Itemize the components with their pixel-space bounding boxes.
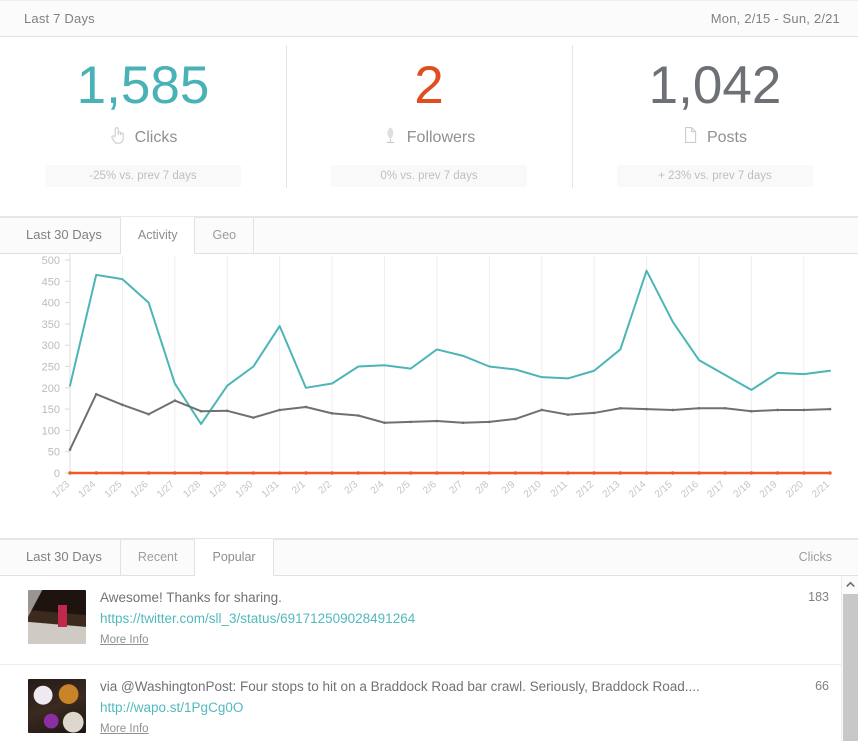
svg-text:100: 100 [42, 425, 60, 437]
stat-value-clicks: 1,585 [77, 59, 210, 112]
post-link[interactable]: https://twitter.com/sll_3/status/6917125… [100, 608, 773, 630]
svg-text:150: 150 [42, 404, 60, 416]
stat-label-row-followers: Followers [383, 126, 475, 149]
stat-label-row-posts: Posts [683, 126, 747, 149]
svg-text:2/18: 2/18 [732, 479, 754, 500]
post-click-count: 66 [789, 677, 841, 693]
posts-list-inner: Awesome! Thanks for sharing.https://twit… [0, 576, 858, 741]
svg-text:2/6: 2/6 [421, 479, 439, 497]
svg-text:2/13: 2/13 [601, 479, 623, 500]
svg-text:1/30: 1/30 [234, 479, 256, 500]
svg-text:1/31: 1/31 [260, 479, 282, 500]
svg-text:2/21: 2/21 [810, 479, 832, 500]
svg-text:400: 400 [42, 298, 60, 310]
posts-list: Awesome! Thanks for sharing.https://twit… [0, 576, 858, 741]
activity-chart-svg: 0501001502002503003504004505001/231/241/… [0, 254, 858, 538]
svg-text:2/16: 2/16 [679, 479, 701, 500]
chart-tabbar: Last 30 Days Activity Geo [0, 217, 858, 254]
svg-text:2/7: 2/7 [447, 479, 465, 497]
svg-text:1/25: 1/25 [103, 479, 125, 500]
svg-text:2/20: 2/20 [784, 479, 806, 500]
document-icon [683, 126, 698, 149]
tab-popular[interactable]: Popular [195, 539, 273, 576]
stat-label-posts: Posts [707, 129, 747, 147]
svg-text:1/24: 1/24 [76, 479, 98, 500]
svg-text:2/8: 2/8 [474, 479, 492, 497]
list-item[interactable]: Awesome! Thanks for sharing.https://twit… [0, 576, 841, 665]
stat-label-clicks: Clicks [135, 129, 178, 147]
stat-card-followers: 2 Followers 0% vs. prev 7 days [286, 37, 572, 216]
svg-text:2/12: 2/12 [574, 479, 596, 500]
feather-icon [383, 126, 398, 149]
date-range-label: Mon, 2/15 - Sun, 2/21 [711, 11, 840, 26]
stat-delta-followers: 0% vs. prev 7 days [331, 165, 527, 187]
svg-text:500: 500 [42, 255, 60, 267]
posts-panel-title: Last 30 Days [8, 539, 121, 575]
svg-text:2/10: 2/10 [522, 479, 544, 500]
page-title: Last 7 Days [24, 11, 95, 26]
stat-card-posts: 1,042 Posts + 23% vs. prev 7 days [572, 37, 858, 216]
activity-chart: 0501001502002503003504004505001/231/241/… [0, 254, 858, 539]
svg-text:1/26: 1/26 [129, 479, 151, 500]
svg-text:1/28: 1/28 [181, 479, 203, 500]
post-text: Awesome! Thanks for sharing. [100, 588, 773, 608]
chart-panel-title: Last 30 Days [8, 217, 121, 253]
svg-text:2/3: 2/3 [343, 479, 361, 497]
metric-column-header: Clicks [799, 539, 858, 575]
stat-value-posts: 1,042 [649, 59, 782, 112]
scroll-up-arrow-icon[interactable] [842, 576, 858, 593]
svg-text:2/9: 2/9 [500, 479, 518, 497]
svg-text:2/19: 2/19 [758, 479, 780, 500]
stat-label-followers: Followers [407, 129, 475, 147]
page-header: Last 7 Days Mon, 2/15 - Sun, 2/21 [0, 0, 858, 37]
svg-text:450: 450 [42, 276, 60, 288]
chart-panel: Last 30 Days Activity Geo 0 50 100 150 200 25… [0, 217, 858, 539]
post-body: Awesome! Thanks for sharing.https://twit… [100, 588, 789, 648]
post-text: via @WashingtonPost: Four stops to hit o… [100, 677, 773, 697]
post-body: via @WashingtonPost: Four stops to hit o… [100, 677, 789, 737]
svg-text:2/14: 2/14 [627, 479, 649, 500]
svg-text:0: 0 [54, 468, 60, 480]
svg-text:50: 50 [48, 447, 60, 459]
svg-text:2/17: 2/17 [705, 479, 727, 500]
stat-card-clicks: 1,585 Clicks -25% vs. prev 7 days [0, 37, 286, 216]
stat-value-followers: 2 [414, 59, 443, 112]
tab-recent[interactable]: Recent [121, 539, 196, 575]
svg-text:2/5: 2/5 [395, 479, 413, 497]
stat-label-row-clicks: Clicks [109, 126, 178, 149]
svg-text:200: 200 [42, 383, 60, 395]
list-item[interactable]: via @WashingtonPost: Four stops to hit o… [0, 665, 841, 741]
svg-text:350: 350 [42, 319, 60, 331]
svg-text:300: 300 [42, 340, 60, 352]
post-click-count: 183 [789, 588, 841, 604]
stat-delta-posts: + 23% vs. prev 7 days [617, 165, 813, 187]
svg-text:2/4: 2/4 [369, 479, 387, 497]
posts-list-scrollbar[interactable] [841, 576, 858, 741]
svg-text:2/2: 2/2 [316, 479, 334, 497]
stat-delta-clicks: -25% vs. prev 7 days [45, 165, 241, 187]
more-info-link[interactable]: More Info [100, 634, 149, 646]
more-info-link[interactable]: More Info [100, 723, 149, 735]
post-link[interactable]: http://wapo.st/1PgCg0O [100, 697, 773, 719]
tab-geo[interactable]: Geo [195, 217, 254, 253]
posts-tabbar: Last 30 Days Recent Popular Clicks [0, 539, 858, 576]
post-thumbnail [28, 590, 86, 644]
svg-text:2/15: 2/15 [653, 479, 675, 500]
svg-text:1/29: 1/29 [207, 479, 229, 500]
svg-text:2/1: 2/1 [290, 479, 308, 497]
posts-panel: Last 30 Days Recent Popular Clicks Aweso… [0, 539, 858, 741]
analytics-dashboard: Last 7 Days Mon, 2/15 - Sun, 2/21 1,585 … [0, 0, 858, 741]
svg-text:1/23: 1/23 [50, 479, 72, 500]
scrollbar-thumb[interactable] [843, 594, 858, 741]
stats-row: 1,585 Clicks -25% vs. prev 7 days 2 [0, 37, 858, 217]
pointing-hand-icon [109, 126, 126, 149]
svg-text:1/27: 1/27 [155, 479, 177, 500]
tab-activity[interactable]: Activity [121, 217, 196, 254]
post-thumbnail [28, 679, 86, 733]
svg-text:2/11: 2/11 [549, 479, 571, 500]
svg-text:250: 250 [42, 362, 60, 374]
